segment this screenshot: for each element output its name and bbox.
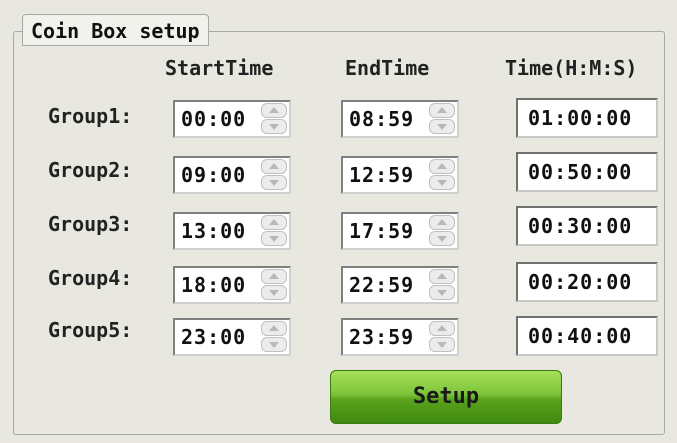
group-3-start-spinbox[interactable]: 13:00 xyxy=(173,212,291,250)
spin-up-icon[interactable] xyxy=(429,215,455,230)
group-2-duration-field[interactable]: 00:50:00 xyxy=(516,152,658,192)
group-5-end-spinbox[interactable]: 23:59 xyxy=(341,318,459,356)
group-2-end-spin-buttons xyxy=(429,159,455,191)
group-2-label: Group2: xyxy=(48,158,133,182)
spin-down-icon[interactable] xyxy=(261,175,287,190)
group-4-end-spin-buttons xyxy=(429,269,455,301)
header-start-time: StartTime xyxy=(165,56,274,80)
group-5-duration-value: 00:40:00 xyxy=(528,324,633,348)
group-3-start-value: 13:00 xyxy=(181,219,247,243)
spin-up-icon[interactable] xyxy=(429,321,455,336)
group-4-duration-value: 00:20:00 xyxy=(528,270,633,294)
group-2-duration-value: 00:50:00 xyxy=(528,160,633,184)
group-1-end-value: 08:59 xyxy=(349,107,415,131)
group-4-end-spinbox[interactable]: 22:59 xyxy=(341,266,459,304)
group-2-end-spinbox[interactable]: 12:59 xyxy=(341,156,459,194)
spin-down-icon[interactable] xyxy=(261,337,287,352)
group-box-title: Coin Box setup xyxy=(22,14,209,46)
group-1-start-spin-buttons xyxy=(261,103,287,135)
group-1-end-spinbox[interactable]: 08:59 xyxy=(341,100,459,138)
group-5-end-spin-buttons xyxy=(429,321,455,353)
group-4-label: Group4: xyxy=(48,266,133,290)
group-5-start-value: 23:00 xyxy=(181,325,247,349)
spin-up-icon[interactable] xyxy=(261,215,287,230)
group-4-start-spinbox[interactable]: 18:00 xyxy=(173,266,291,304)
spin-up-icon[interactable] xyxy=(261,103,287,118)
spin-up-icon[interactable] xyxy=(429,103,455,118)
spin-down-icon[interactable] xyxy=(261,119,287,134)
group-5-end-value: 23:59 xyxy=(349,325,415,349)
group-1-label: Group1: xyxy=(48,104,133,128)
group-3-end-spin-buttons xyxy=(429,215,455,247)
spin-up-icon[interactable] xyxy=(261,321,287,336)
group-3-end-spinbox[interactable]: 17:59 xyxy=(341,212,459,250)
group-1-start-spinbox[interactable]: 00:00 xyxy=(173,100,291,138)
group-1-duration-field[interactable]: 01:00:00 xyxy=(516,98,658,138)
group-3-end-value: 17:59 xyxy=(349,219,415,243)
spin-up-icon[interactable] xyxy=(261,159,287,174)
spin-down-icon[interactable] xyxy=(429,119,455,134)
header-duration: Time(H:M:S) xyxy=(505,56,638,80)
group-5-duration-field[interactable]: 00:40:00 xyxy=(516,316,658,356)
spin-up-icon[interactable] xyxy=(429,269,455,284)
group-4-duration-field[interactable]: 00:20:00 xyxy=(516,262,658,302)
group-4-start-spin-buttons xyxy=(261,269,287,301)
group-3-duration-value: 00:30:00 xyxy=(528,214,633,238)
group-3-start-spin-buttons xyxy=(261,215,287,247)
group-4-end-value: 22:59 xyxy=(349,273,415,297)
group-2-end-value: 12:59 xyxy=(349,163,415,187)
group-5-label: Group5: xyxy=(48,318,133,342)
spin-down-icon[interactable] xyxy=(261,285,287,300)
group-2-start-spinbox[interactable]: 09:00 xyxy=(173,156,291,194)
group-1-start-value: 00:00 xyxy=(181,107,247,131)
group-3-duration-field[interactable]: 00:30:00 xyxy=(516,206,658,246)
spin-down-icon[interactable] xyxy=(429,285,455,300)
setup-button[interactable]: Setup xyxy=(330,370,562,424)
group-4-start-value: 18:00 xyxy=(181,273,247,297)
group-5-start-spin-buttons xyxy=(261,321,287,353)
spin-up-icon[interactable] xyxy=(261,269,287,284)
group-3-label: Group3: xyxy=(48,212,133,236)
group-2-start-value: 09:00 xyxy=(181,163,247,187)
coin-box-setup-panel: Coin Box setup StartTime EndTime Time(H:… xyxy=(0,0,677,443)
group-2-start-spin-buttons xyxy=(261,159,287,191)
group-1-end-spin-buttons xyxy=(429,103,455,135)
spin-down-icon[interactable] xyxy=(261,231,287,246)
header-end-time: EndTime xyxy=(345,56,430,80)
spin-up-icon[interactable] xyxy=(429,159,455,174)
spin-down-icon[interactable] xyxy=(429,231,455,246)
spin-down-icon[interactable] xyxy=(429,337,455,352)
group-5-start-spinbox[interactable]: 23:00 xyxy=(173,318,291,356)
group-1-duration-value: 01:00:00 xyxy=(528,106,633,130)
spin-down-icon[interactable] xyxy=(429,175,455,190)
